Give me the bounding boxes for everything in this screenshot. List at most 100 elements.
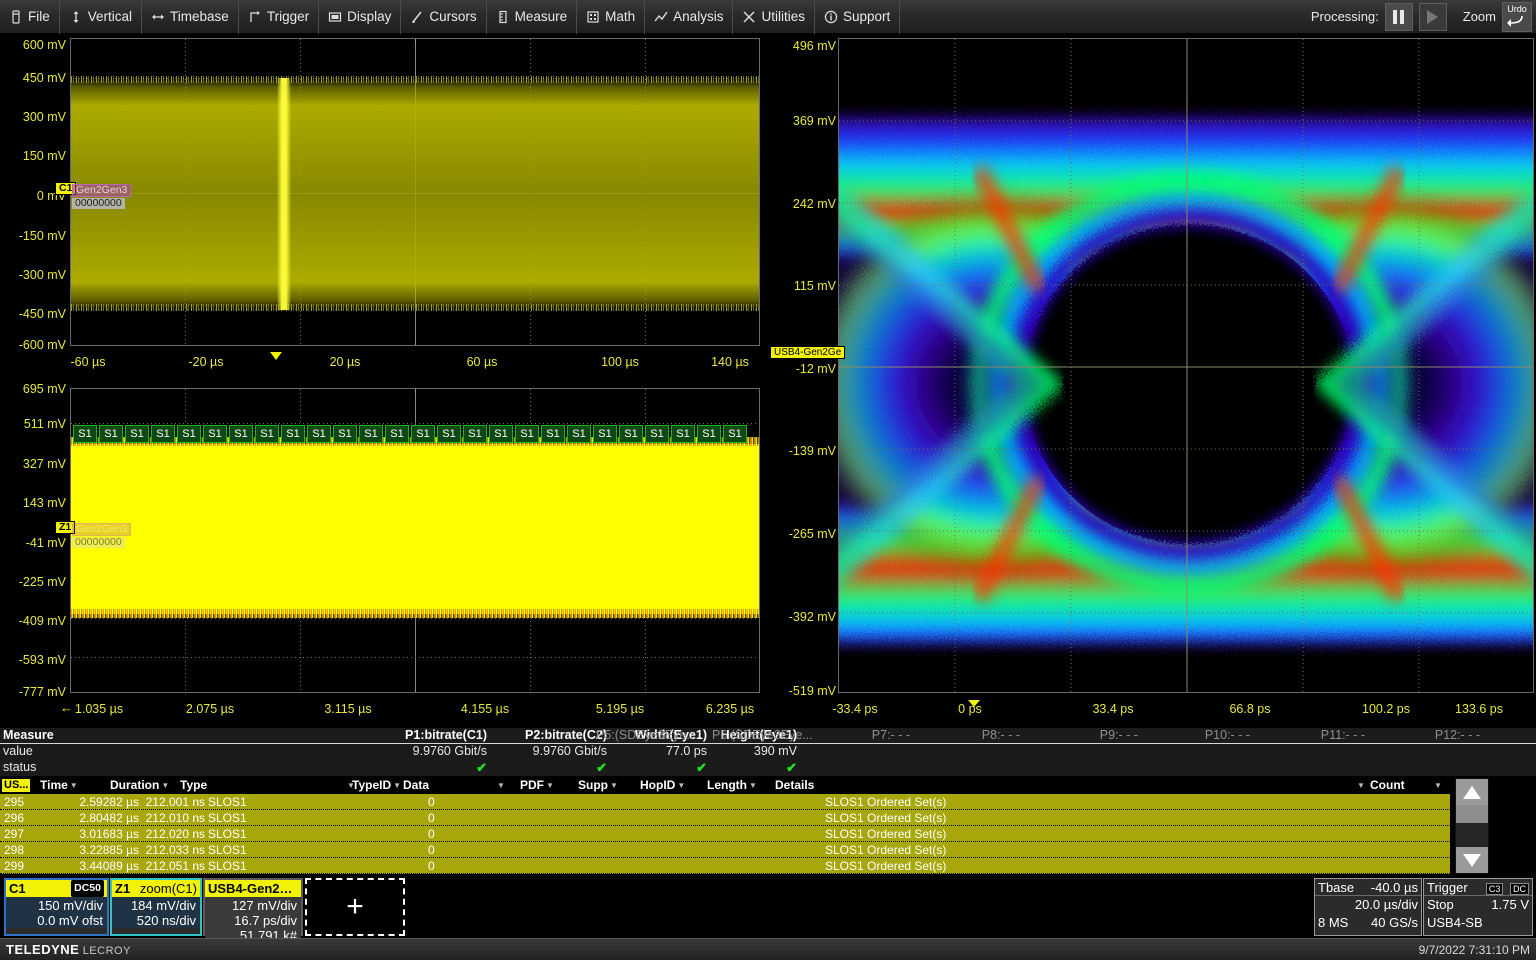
- decode-cell-s1[interactable]: S1: [203, 425, 227, 443]
- decode-cell-s1[interactable]: S1: [73, 425, 97, 443]
- row-type: SLOS1: [208, 826, 247, 842]
- measurement-table[interactable]: Measure P1:bitrate(C1) P2:bitrate(C2) Wi…: [0, 728, 1536, 776]
- menu-item-trigger[interactable]: Trigger: [239, 0, 319, 34]
- measure-header-p9[interactable]: P9:- - -: [1018, 728, 1138, 742]
- decode-cell-s1[interactable]: S1: [567, 425, 591, 443]
- decode-cell-s1[interactable]: S1: [333, 425, 357, 443]
- decode-cell-s1[interactable]: S1: [489, 425, 513, 443]
- c1-noise-bottom: [71, 304, 759, 311]
- decode-cell-s1[interactable]: S1: [671, 425, 695, 443]
- decode-header-pdf[interactable]: PDF▼: [520, 778, 554, 793]
- descriptor-z1-title: Z1: [115, 880, 130, 897]
- scroll-down-button[interactable]: [1456, 847, 1488, 873]
- scrollbar-track[interactable]: [1456, 823, 1488, 847]
- descriptor-eye[interactable]: USB4-Gen2… 127 mV/div 16.7 ps/div 51.791…: [203, 878, 303, 936]
- table-row[interactable]: 297 3.01683 µs 212.020 ns SLOS1 0 SLOS1 …: [0, 826, 1450, 842]
- decode-header-length[interactable]: Length▼: [707, 778, 757, 793]
- descriptor-eye-title-bar[interactable]: USB4-Gen2…: [205, 880, 301, 897]
- table-row[interactable]: 298 3.22885 µs 212.033 ns SLOS1 0 SLOS1 …: [0, 842, 1450, 858]
- undo-button[interactable]: Urdo: [1502, 2, 1532, 32]
- descriptor-timebase[interactable]: Tbase -40.0 µs 20.0 µs/div 8 MS 40 GS/s: [1314, 878, 1422, 936]
- decode-header-count[interactable]: Count: [1370, 778, 1405, 793]
- menu-label-analysis: Analysis: [673, 9, 723, 24]
- decode-header-supp[interactable]: Supp▼: [578, 778, 618, 793]
- decode-cell-s1[interactable]: S1: [437, 425, 461, 443]
- eye-plot-area[interactable]: [838, 38, 1534, 693]
- eye-time-marker[interactable]: [968, 700, 980, 707]
- decode-header-time[interactable]: Time▼: [40, 778, 78, 793]
- measure-status-p4: ✔: [500, 760, 797, 776]
- play-button[interactable]: [1419, 3, 1447, 31]
- z1-decode-row[interactable]: S1S1 S1S1 S1S1 S1S1 S1S1 S1S1 S1S1 S1S1 …: [73, 425, 747, 443]
- menu-item-support[interactable]: Support: [815, 0, 900, 34]
- decode-header-type[interactable]: Type: [180, 778, 207, 793]
- z1-plot-area[interactable]: S1S1 S1S1 S1S1 S1S1 S1S1 S1S1 S1S1 S1S1 …: [70, 388, 760, 693]
- measure-header-p11[interactable]: P11:- - -: [1245, 728, 1365, 742]
- decode-table-scrollbar[interactable]: [1455, 778, 1489, 874]
- decode-cell-s1[interactable]: S1: [281, 425, 305, 443]
- scroll-up-button[interactable]: [1456, 779, 1488, 805]
- eye-diagram-render: [839, 39, 1534, 693]
- scrollbar-thumb[interactable]: [1456, 805, 1488, 823]
- measure-header-p10[interactable]: P10:- - -: [1130, 728, 1250, 742]
- decode-header-duration[interactable]: Duration▼: [110, 778, 169, 793]
- decode-tab-us[interactable]: US...: [2, 779, 30, 792]
- menu-item-utilities[interactable]: Utilities: [733, 0, 815, 34]
- decode-cell-s1[interactable]: S1: [593, 425, 617, 443]
- descriptor-c1-title-bar[interactable]: C1 DC50: [6, 880, 107, 897]
- measure-header-p7[interactable]: P7:- - -: [790, 728, 910, 742]
- decode-cell-s1[interactable]: S1: [151, 425, 175, 443]
- decode-cell-s1[interactable]: S1: [697, 425, 721, 443]
- table-row[interactable]: 296 2.80482 µs 212.010 ns SLOS1 0 SLOS1 …: [0, 810, 1450, 826]
- descriptor-c1-coupling-badge[interactable]: DC50: [71, 880, 104, 897]
- decode-cell-s1[interactable]: S1: [515, 425, 539, 443]
- menu-item-display[interactable]: Display: [319, 0, 401, 34]
- eye-ytick-6: -265 mV: [768, 527, 836, 541]
- table-row[interactable]: 299 3.44089 µs 212.051 ns SLOS1 0 SLOS1 …: [0, 858, 1450, 874]
- descriptor-z1[interactable]: Z1 zoom(C1) 184 mV/div 520 ns/div: [110, 878, 202, 936]
- decode-header-data[interactable]: Data: [403, 778, 429, 793]
- c1-waveform-band: [71, 78, 759, 310]
- z1-bits-label: 00000000: [72, 537, 125, 548]
- decode-cell-s1[interactable]: S1: [619, 425, 643, 443]
- decode-cell-s1[interactable]: S1: [723, 425, 747, 443]
- decode-cell-s1[interactable]: S1: [99, 425, 123, 443]
- decode-cell-s1[interactable]: S1: [385, 425, 409, 443]
- c1-trigger-marker[interactable]: [270, 352, 282, 360]
- decode-header-hopid[interactable]: HopID▼: [640, 778, 685, 793]
- menu-item-file[interactable]: File: [0, 0, 60, 34]
- decode-cell-s1[interactable]: S1: [359, 425, 383, 443]
- decode-cell-s1[interactable]: S1: [229, 425, 253, 443]
- descriptor-c1[interactable]: C1 DC50 150 mV/div 0.0 mV ofst: [4, 878, 109, 936]
- descriptor-trigger-coupling-badge[interactable]: DC: [1510, 883, 1529, 895]
- decode-header-details[interactable]: Details: [775, 778, 814, 793]
- measure-header-p8[interactable]: P8:- - -: [900, 728, 1020, 742]
- decode-cell-s1[interactable]: S1: [307, 425, 331, 443]
- menu-item-timebase[interactable]: Timebase: [142, 0, 239, 34]
- menu-item-vertical[interactable]: Vertical: [60, 0, 142, 34]
- menu-item-cursors[interactable]: Cursors: [401, 0, 486, 34]
- decode-header-typeid[interactable]: TypeID▼: [352, 778, 401, 793]
- decode-cell-s1[interactable]: S1: [411, 425, 435, 443]
- protocol-decode-table[interactable]: US... Time▼ Duration▼ Type ▼ TypeID▼ Dat…: [0, 778, 1536, 874]
- eye-source-chip[interactable]: USB4-Gen2Ge: [770, 346, 845, 359]
- decode-cell-s1[interactable]: S1: [463, 425, 487, 443]
- decode-cell-s1[interactable]: S1: [255, 425, 279, 443]
- pause-button[interactable]: [1385, 3, 1413, 31]
- descriptor-z1-title-bar[interactable]: Z1 zoom(C1): [112, 880, 200, 897]
- measure-header-p5[interactable]: P5:(SDEye3Eye...: [596, 728, 716, 742]
- z1-ytick-8: -777 mV: [0, 685, 66, 699]
- menu-item-math[interactable]: Math: [577, 0, 645, 34]
- measure-header-p12[interactable]: P12:- - -: [1360, 728, 1480, 742]
- menu-item-measure[interactable]: Measure: [487, 0, 578, 34]
- decode-cell-s1[interactable]: S1: [177, 425, 201, 443]
- add-descriptor-button[interactable]: +: [305, 878, 405, 936]
- decode-cell-s1[interactable]: S1: [125, 425, 149, 443]
- descriptor-trigger[interactable]: Trigger C3 DC Stop 1.75 V USB4-SB: [1423, 878, 1533, 936]
- descriptor-trigger-source-badge[interactable]: C3: [1486, 883, 1504, 895]
- table-row[interactable]: 295 2.59282 µs 212.001 ns SLOS1 0 SLOS1 …: [0, 794, 1450, 810]
- menu-item-analysis[interactable]: Analysis: [645, 0, 733, 34]
- c1-plot-area[interactable]: [70, 38, 760, 346]
- decode-cell-s1[interactable]: S1: [645, 425, 669, 443]
- decode-cell-s1[interactable]: S1: [541, 425, 565, 443]
